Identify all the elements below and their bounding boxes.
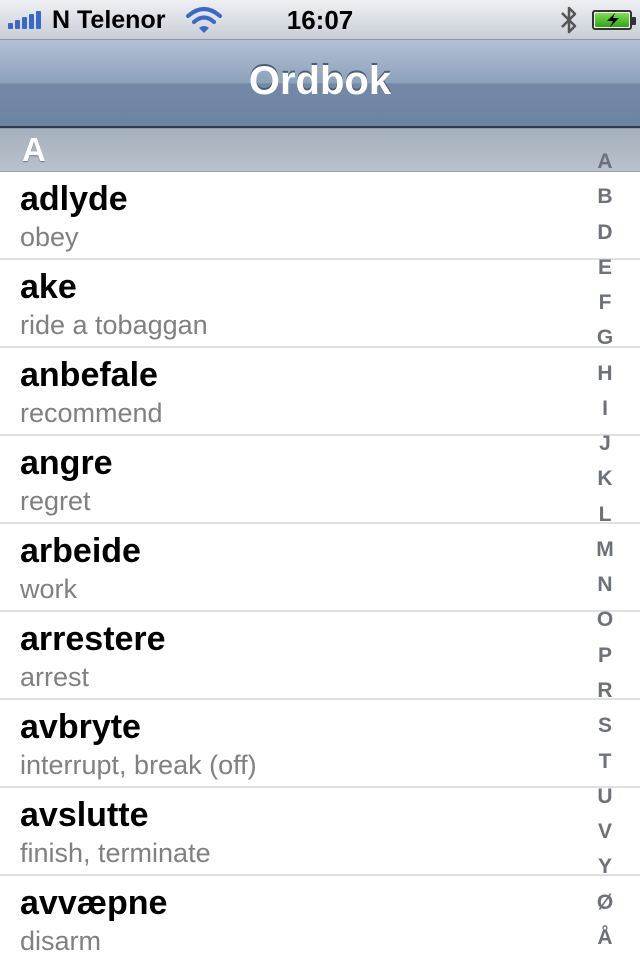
meaning-label: work: [20, 574, 78, 604]
word-list[interactable]: A adlyde obey ake ride a tobaggan anbefa…: [0, 128, 640, 960]
word-label: avbryte: [20, 708, 141, 746]
section-index[interactable]: A B D E F G H I J K L M N O P R S T U V …: [588, 150, 622, 950]
section-header: A: [0, 128, 640, 172]
index-letter-o[interactable]: O: [588, 608, 622, 632]
list-item[interactable]: arbeide work: [0, 524, 640, 612]
meaning-label: arrest: [20, 662, 90, 692]
meaning-label: ride a tobaggan: [20, 310, 208, 340]
index-letter-v[interactable]: V: [588, 820, 622, 844]
index-letter-m[interactable]: M: [588, 538, 622, 562]
index-letter-s[interactable]: S: [588, 714, 622, 738]
index-letter-e[interactable]: E: [588, 256, 622, 280]
index-letter-k[interactable]: K: [588, 467, 622, 491]
list-item[interactable]: ake ride a tobaggan: [0, 260, 640, 348]
word-label: arbeide: [20, 532, 141, 570]
index-letter-b[interactable]: B: [588, 185, 622, 209]
index-letter-h[interactable]: H: [588, 362, 622, 386]
list-item[interactable]: avbryte interrupt, break (off): [0, 700, 640, 788]
battery-charging-icon: [592, 10, 636, 30]
list-item[interactable]: anbefale recommend: [0, 348, 640, 436]
list-item[interactable]: angre regret: [0, 436, 640, 524]
index-letter-n[interactable]: N: [588, 573, 622, 597]
index-letter-i[interactable]: I: [588, 397, 622, 421]
status-bar: N Telenor 16:07: [0, 0, 640, 40]
index-letter-aa[interactable]: Å: [588, 926, 622, 950]
meaning-label: disarm: [20, 926, 102, 956]
page-title: Ordbok: [248, 59, 392, 103]
word-label: ake: [20, 268, 77, 306]
bluetooth-icon: [558, 4, 580, 41]
meaning-label: regret: [20, 486, 91, 516]
index-letter-f[interactable]: F: [588, 291, 622, 315]
index-letter-a[interactable]: A: [588, 150, 622, 174]
word-label: angre: [20, 444, 113, 482]
word-label: anbefale: [20, 356, 158, 394]
index-letter-p[interactable]: P: [588, 644, 622, 668]
meaning-label: obey: [20, 222, 79, 252]
word-label: avslutte: [20, 796, 149, 834]
clock: 16:07: [286, 5, 354, 35]
meaning-label: finish, terminate: [20, 838, 211, 868]
index-letter-d[interactable]: D: [588, 221, 622, 245]
list-item[interactable]: avvæpne disarm: [0, 876, 640, 960]
list-item[interactable]: avslutte finish, terminate: [0, 788, 640, 876]
index-letter-u[interactable]: U: [588, 785, 622, 809]
word-label: arrestere: [20, 620, 166, 658]
list-item[interactable]: arrestere arrest: [0, 612, 640, 700]
index-letter-g[interactable]: G: [588, 326, 622, 350]
meaning-label: interrupt, break (off): [20, 750, 257, 780]
index-letter-r[interactable]: R: [588, 679, 622, 703]
list-item[interactable]: adlyde obey: [0, 172, 640, 260]
word-label: avvæpne: [20, 884, 168, 922]
word-label: adlyde: [20, 180, 128, 218]
index-letter-oe[interactable]: Ø: [588, 891, 622, 915]
index-letter-j[interactable]: J: [588, 432, 622, 456]
meaning-label: recommend: [20, 398, 163, 428]
index-letter-l[interactable]: L: [588, 503, 622, 527]
index-letter-t[interactable]: T: [588, 750, 622, 774]
index-letter-y[interactable]: Y: [588, 855, 622, 879]
navigation-bar: Ordbok: [0, 40, 640, 128]
